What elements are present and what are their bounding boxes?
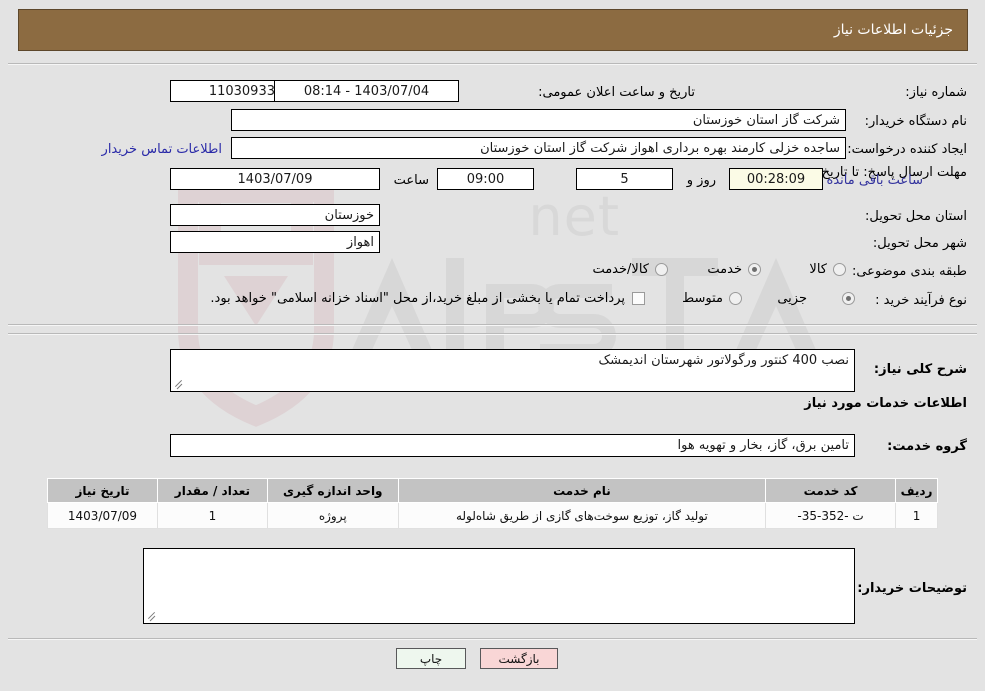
field-deadline-date[interactable]: 1403/07/09 [170, 168, 380, 190]
link-buyer-contact-info[interactable]: اطلاعات تماس خریدار [102, 141, 222, 159]
field-announce-datetime[interactable]: 1403/07/04 - 08:14 [274, 80, 459, 102]
radio-process-jozi[interactable] [842, 292, 855, 305]
label-subject-category: طبقه بندی موضوعی: [851, 264, 967, 279]
buyer-notes-text [144, 549, 854, 552]
radio-category-kala-khedmat[interactable] [655, 263, 668, 276]
print-button[interactable]: چاپ [396, 648, 466, 669]
window-title-bar: جزئیات اطلاعات نیاز [18, 9, 968, 51]
label-announce-datetime: تاریخ و ساعت اعلان عمومی: [538, 85, 695, 100]
textarea-buyer-notes[interactable] [143, 548, 855, 624]
field-delivery-province[interactable]: خوزستان [170, 204, 380, 226]
label-days: روز و [686, 173, 716, 188]
label-process-jozi: جزیی [777, 291, 807, 306]
label-islamic-treasury-docs: پرداخت تمام یا بخشی از مبلغ خرید،از محل … [210, 291, 625, 306]
svg-text:net: net [528, 185, 620, 248]
resize-grip-icon[interactable] [173, 379, 184, 390]
label-service-group: گروه خدمت: [887, 439, 967, 454]
resize-grip-icon[interactable] [146, 611, 157, 622]
table-header-row: ردیف کد خدمت نام خدمت واحد اندازه گیری ت… [47, 478, 938, 503]
field-remaining-days[interactable]: 5 [576, 168, 673, 190]
label-buyer-notes: توضیحات خریدار: [857, 581, 967, 596]
need-summary-text: نصب 400 کنتور ورگولاتور شهرستان اندیمشک [598, 353, 849, 368]
divider-middle [8, 324, 977, 326]
th-need-date: تاریخ نیاز [47, 478, 158, 503]
th-radif: ردیف [895, 478, 938, 503]
th-unit: واحد اندازه گیری [266, 478, 399, 503]
label-need-number: شماره نیاز: [905, 85, 967, 100]
label-hour: ساعت [393, 173, 429, 188]
label-buyer-org: نام دستگاه خریدار: [864, 114, 967, 129]
divider-middle-2 [8, 333, 977, 335]
label-requester: ایجاد کننده درخواست: [847, 142, 967, 157]
cell-quantity: 1 [156, 502, 268, 529]
divider-top [8, 63, 977, 65]
label-purchase-process: نوع فرآیند خرید : [875, 293, 967, 308]
textarea-need-summary[interactable]: نصب 400 کنتور ورگولاتور شهرستان اندیمشک [170, 349, 855, 392]
label-process-motavaset: متوسط [682, 291, 723, 306]
radio-process-motavaset[interactable] [729, 292, 742, 305]
label-remaining: ساعت باقی مانده [826, 173, 923, 188]
page-root: net جزئیات اطلاعات نیاز شماره نیاز: 1103… [0, 0, 985, 691]
label-category-khedmat: خدمت [707, 262, 742, 277]
field-deadline-time[interactable]: 09:00 [437, 168, 534, 190]
field-buyer-org[interactable]: شرکت گاز استان خوزستان [231, 109, 846, 131]
th-service-code: کد خدمت [765, 478, 897, 503]
label-category-kala-khedmat: کالا/خدمت [592, 262, 649, 277]
field-service-group[interactable]: تامین برق، گاز، بخار و تهویه هوا [170, 434, 855, 457]
section-title-services: اطلاعات خدمات مورد نیاز [804, 396, 967, 411]
label-category-kala: کالا [809, 262, 827, 277]
cell-radif: 1 [895, 502, 938, 529]
label-delivery-province: استان محل تحویل: [865, 209, 967, 224]
cell-service-code: ت -352-35- [765, 502, 897, 529]
label-delivery-city: شهر محل تحویل: [872, 236, 967, 251]
back-button[interactable]: بازگشت [480, 648, 558, 669]
field-delivery-city[interactable]: اهواز [170, 231, 380, 253]
label-need-summary: شرح کلی نیاز: [873, 362, 967, 377]
checkbox-islamic-treasury-docs[interactable] [632, 292, 645, 305]
table-row: 1 ت -352-35- تولید گاز، توزیع سوخت‌های گ… [47, 502, 938, 529]
radio-category-kala[interactable] [833, 263, 846, 276]
services-table: ردیف کد خدمت نام خدمت واحد اندازه گیری ت… [47, 478, 938, 529]
divider-bottom [8, 638, 977, 640]
th-quantity: تعداد / مقدار [156, 478, 268, 503]
cell-service-name: تولید گاز، توزیع سوخت‌های گازی از طریق ش… [397, 502, 767, 529]
cell-unit: پروژه [266, 502, 399, 529]
cell-need-date: 1403/07/09 [47, 502, 158, 529]
field-countdown: 00:28:09 [729, 168, 823, 190]
th-service-name: نام خدمت [397, 478, 767, 503]
field-requester[interactable]: ساجده خزلی کارمند بهره برداری اهواز شرکت… [231, 137, 846, 159]
radio-category-khedmat[interactable] [748, 263, 761, 276]
page-title: جزئیات اطلاعات نیاز [833, 22, 953, 38]
